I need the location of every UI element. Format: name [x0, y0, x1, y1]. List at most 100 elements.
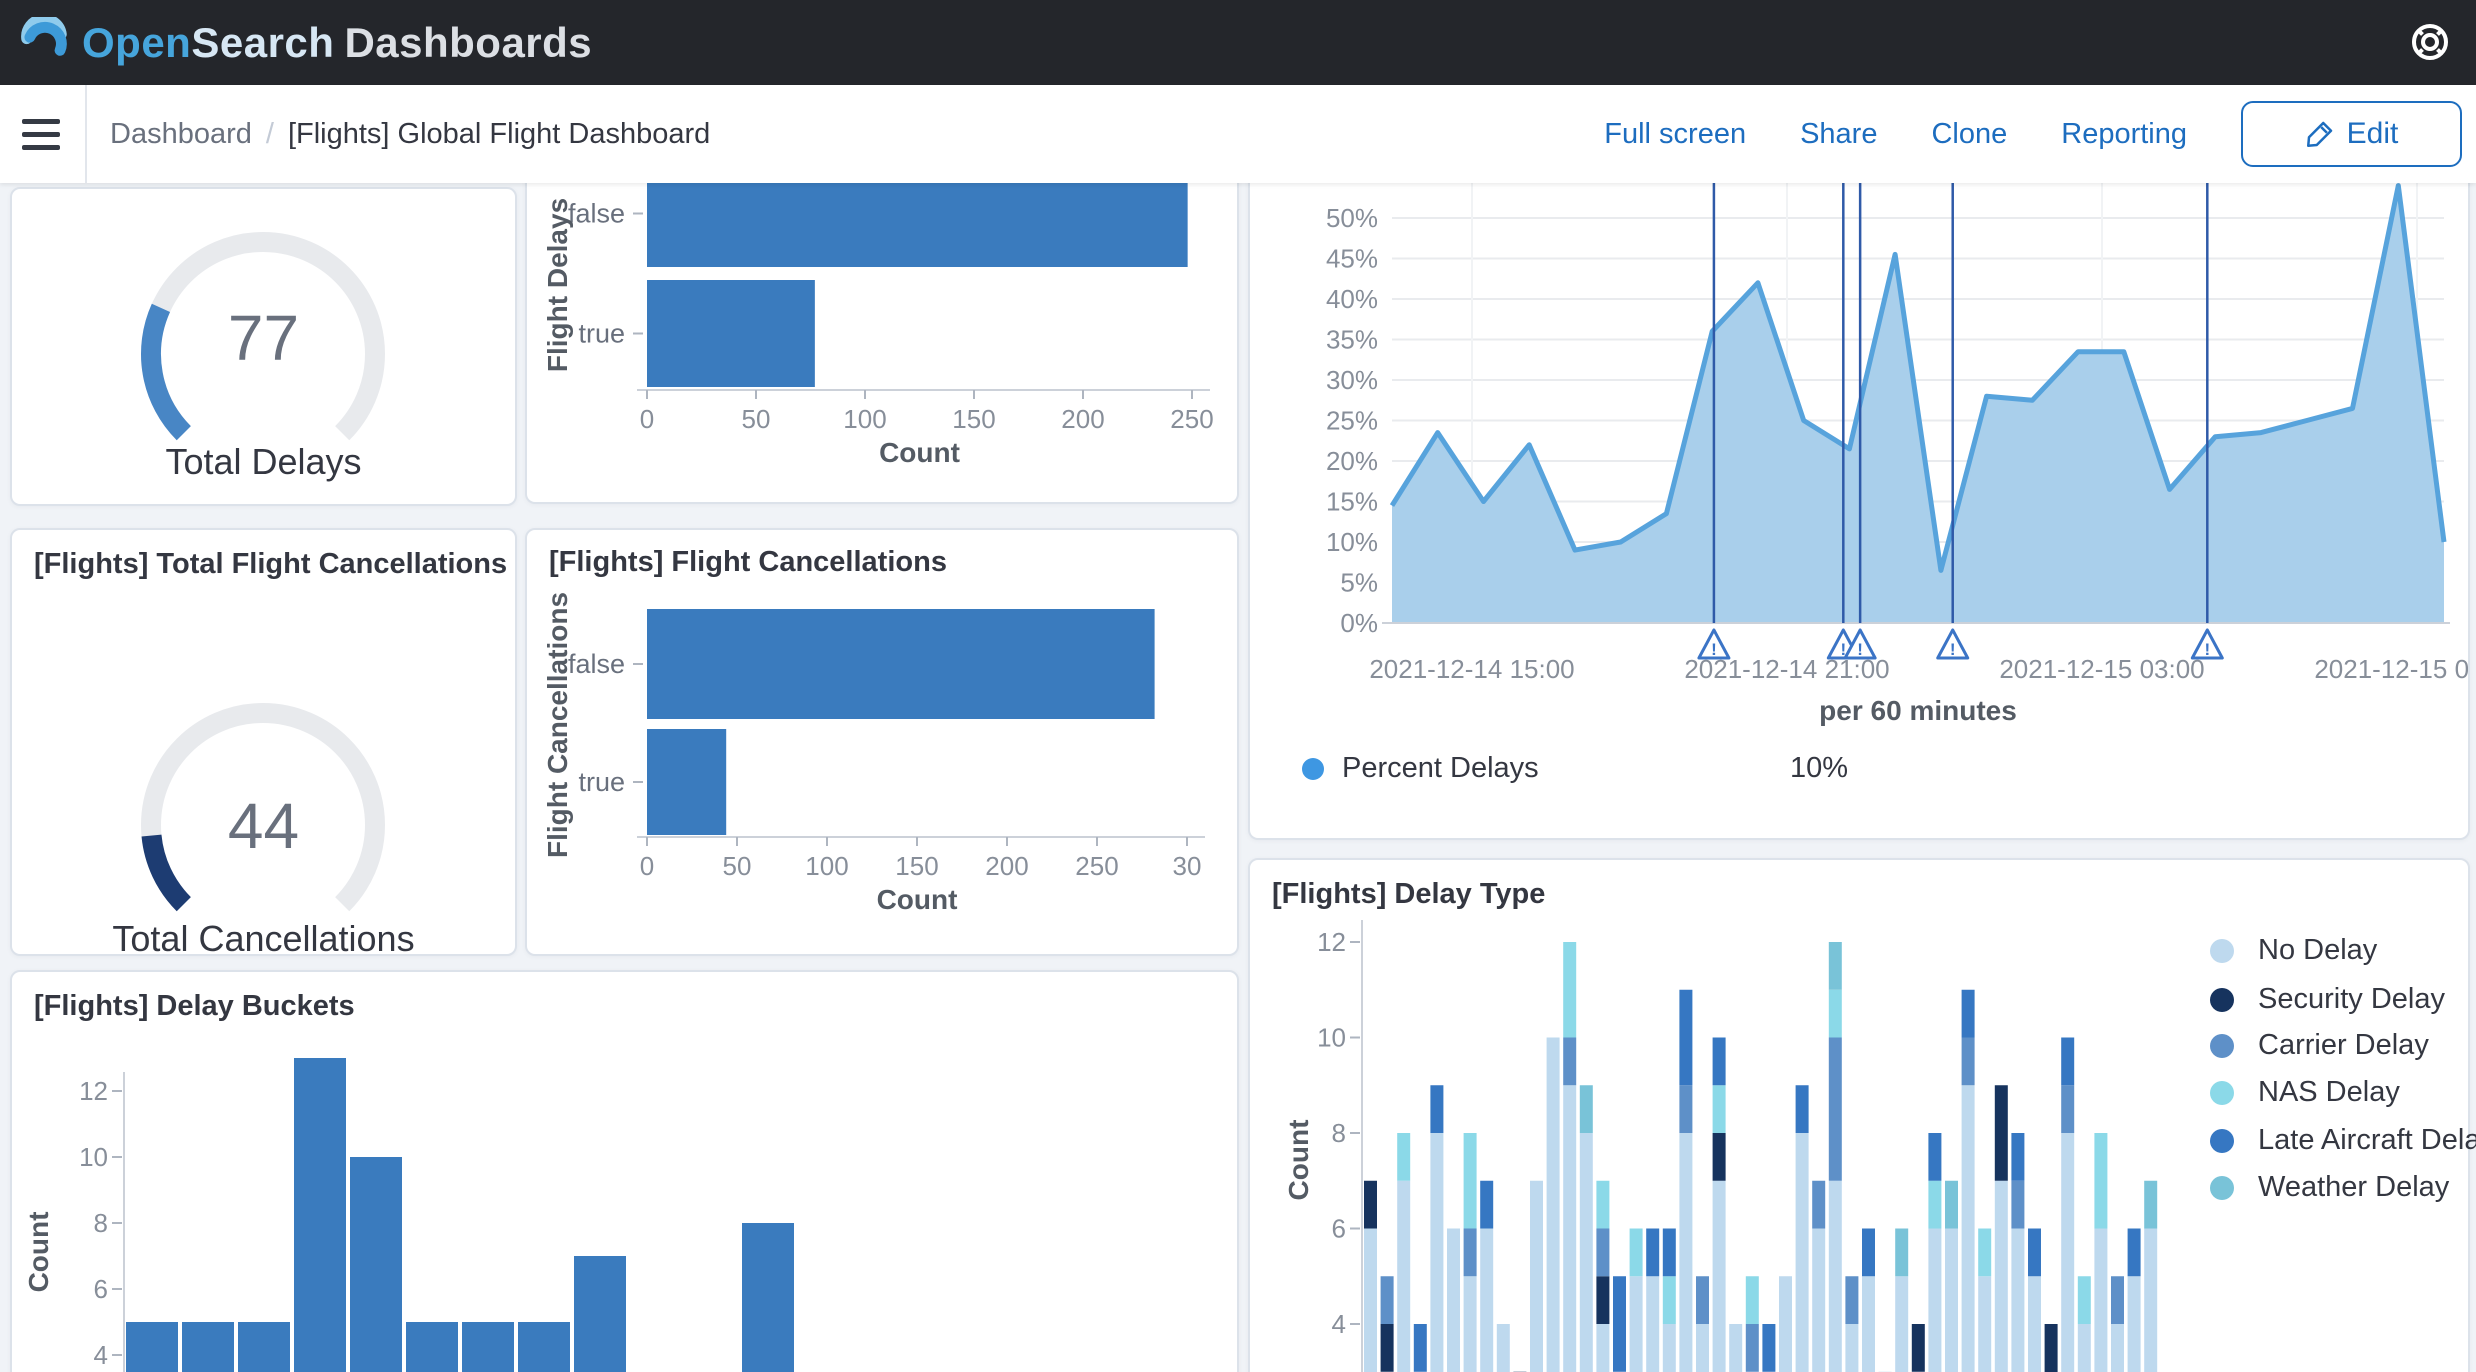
panel-delay-buckets: [Flights] Delay Buckets 4681012Count: [10, 970, 1239, 1372]
svg-text:Flight Delays: Flight Delays: [542, 198, 573, 372]
svg-text:10: 10: [79, 1142, 108, 1172]
svg-text:15%: 15%: [1326, 487, 1378, 517]
svg-text:200: 200: [1061, 404, 1104, 434]
legend-dot-icon: [2210, 1034, 2234, 1058]
svg-text:45%: 45%: [1326, 244, 1378, 274]
panel-delay-type: [Flights] Delay Type 4681012Count No Del…: [1248, 858, 2470, 1372]
logo-text-open: Open: [82, 19, 191, 67]
total-cancellations-value: 44: [12, 789, 515, 863]
menu-icon[interactable]: [22, 112, 66, 156]
legend-item-nas-delay[interactable]: NAS Delay: [2210, 1076, 2400, 1109]
svg-text:150: 150: [895, 851, 938, 881]
legend-label: NAS Delay: [2258, 1076, 2400, 1109]
svg-text:0: 0: [640, 404, 654, 434]
legend-item-carrier-delay[interactable]: Carrier Delay: [2210, 1029, 2429, 1062]
breadcrumb-dashboard[interactable]: Dashboard: [110, 118, 252, 151]
svg-text:Count: Count: [879, 437, 960, 468]
legend-dot-icon: [1302, 758, 1324, 780]
svg-text:30: 30: [1173, 851, 1202, 881]
svg-text:35%: 35%: [1326, 325, 1378, 355]
svg-text:2021-12-15 03:00: 2021-12-15 03:00: [1999, 654, 2204, 684]
svg-text:!: !: [2204, 640, 2210, 659]
svg-text:8: 8: [1332, 1118, 1346, 1148]
total-delays-value: 77: [12, 301, 515, 375]
flight-delays-bar-chart: 0 50 100 150 200 250 false true Count Flight Dela…: [527, 183, 1237, 502]
area-legend-label: Percent Delays: [1342, 752, 1539, 785]
delay-buckets-chart: 4 6 8 10 12 Count: [12, 972, 1237, 1372]
logo-text-dashboards: Dashboards: [344, 19, 592, 67]
legend-item-late-aircraft-delay[interactable]: Late Aircraft Delay: [2210, 1124, 2476, 1157]
svg-text:30%: 30%: [1326, 365, 1378, 395]
svg-text:200: 200: [985, 851, 1028, 881]
full-screen-link[interactable]: Full screen: [1604, 118, 1746, 151]
svg-text:false: false: [568, 199, 625, 229]
legend-item-security-delay[interactable]: Security Delay: [2210, 983, 2445, 1016]
svg-text:50%: 50%: [1326, 203, 1378, 233]
percent-delays-area-chart: 0%5%10%15%20%25%30%35%40%45%50%!!!!!2021…: [1250, 183, 2468, 838]
toolbar-divider: [85, 85, 87, 183]
opensearch-logo[interactable]: OpenSearchDashboards: [18, 17, 592, 69]
breadcrumb: Dashboard / [Flights] Global Flight Dash…: [110, 85, 710, 183]
app-header: OpenSearchDashboards: [0, 0, 2476, 85]
svg-text:Flight Cancellations: Flight Cancellations: [542, 592, 573, 858]
reporting-link[interactable]: Reporting: [2061, 118, 2187, 151]
legend-item-weather-delay[interactable]: Weather Delay: [2210, 1171, 2449, 1204]
svg-text:Count: Count: [23, 1212, 54, 1293]
legend-dot-icon: [2210, 939, 2234, 963]
svg-text:50: 50: [742, 404, 771, 434]
panel-total-cancellations: [Flights] Total Flight Cancellations 44 …: [10, 528, 517, 956]
page-title: [Flights] Global Flight Dashboard: [288, 118, 710, 151]
panel-total-delays: 77 Total Delays: [10, 187, 517, 506]
legend-label: Weather Delay: [2258, 1171, 2449, 1204]
svg-text:Count: Count: [1283, 1120, 1314, 1201]
svg-text:250: 250: [1075, 851, 1118, 881]
legend-dot-icon: [2210, 1129, 2234, 1153]
legend-item-no-delay[interactable]: No Delay: [2210, 934, 2377, 967]
total-cancellations-label: Total Cancellations: [12, 918, 515, 960]
help-icon[interactable]: [2406, 18, 2454, 66]
svg-text:100: 100: [843, 404, 886, 434]
svg-text:250: 250: [1170, 404, 1213, 434]
svg-text:25%: 25%: [1326, 406, 1378, 436]
edit-button[interactable]: Edit: [2241, 101, 2462, 167]
svg-text:0: 0: [640, 851, 654, 881]
svg-text:50: 50: [723, 851, 752, 881]
flight-cancellations-bar-chart: 05010015020025030falsetrueCountFlight Ca…: [527, 530, 1237, 954]
svg-text:!: !: [1950, 640, 1956, 659]
svg-text:false: false: [568, 649, 625, 679]
svg-text:0%: 0%: [1340, 608, 1378, 638]
svg-text:150: 150: [952, 404, 995, 434]
share-link[interactable]: Share: [1800, 118, 1877, 151]
breadcrumb-separator: /: [266, 118, 274, 151]
area-legend-item[interactable]: Percent Delays: [1302, 752, 1539, 785]
legend-dot-icon: [2210, 1081, 2234, 1105]
svg-text:6: 6: [94, 1274, 108, 1304]
opensearch-logo-icon: [18, 17, 70, 69]
panel-percent-delays: 0%5%10%15%20%25%30%35%40%45%50%!!!!!2021…: [1248, 183, 2470, 840]
panel-flight-cancellations: [Flights] Flight Cancellations 050100150…: [525, 528, 1239, 956]
svg-text:12: 12: [79, 1076, 108, 1106]
toolbar-actions: Full screen Share Clone Reporting Edit: [1604, 85, 2466, 183]
dashboard-grid: 77 Total Delays 050100150200250falsetrue…: [0, 183, 2476, 1372]
svg-text:4: 4: [94, 1340, 108, 1370]
legend-dot-icon: [2210, 988, 2234, 1012]
legend-label: Late Aircraft Delay: [2258, 1124, 2476, 1157]
svg-text:2021-12-15 09:00: 2021-12-15 09:00: [2314, 654, 2468, 684]
opensearch-dashboards-app: OpenSearchDashboards Dashboard / [Flight…: [0, 0, 2476, 1372]
svg-text:10%: 10%: [1326, 527, 1378, 557]
legend-label: Security Delay: [2258, 983, 2445, 1016]
logo-text-search: Search: [191, 19, 334, 67]
svg-text:10: 10: [1317, 1023, 1346, 1053]
area-legend-value: 10%: [1790, 752, 1848, 785]
pencil-icon: [2305, 119, 2335, 149]
svg-text:true: true: [578, 319, 625, 349]
svg-text:8: 8: [94, 1208, 108, 1238]
svg-text:12: 12: [1317, 927, 1346, 957]
clone-link[interactable]: Clone: [1931, 118, 2007, 151]
legend-label: No Delay: [2258, 934, 2377, 967]
svg-text:100: 100: [805, 851, 848, 881]
svg-text:6: 6: [1332, 1214, 1346, 1244]
legend-dot-icon: [2210, 1176, 2234, 1200]
svg-text:40%: 40%: [1326, 284, 1378, 314]
edit-button-label: Edit: [2347, 117, 2399, 151]
